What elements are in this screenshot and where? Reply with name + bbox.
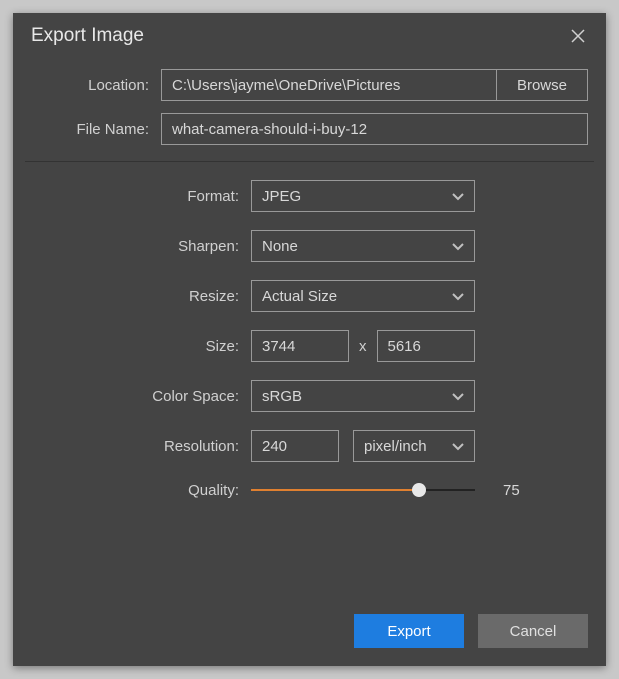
filename-input[interactable]: [161, 113, 588, 145]
location-row: Location: Browse: [13, 63, 606, 107]
quality-value: 75: [503, 482, 520, 499]
size-row: Size: x: [31, 330, 588, 362]
resolution-label: Resolution:: [31, 438, 251, 455]
width-input[interactable]: [251, 330, 349, 362]
spacer: [13, 518, 606, 598]
sharpen-label: Sharpen:: [31, 238, 251, 255]
export-button[interactable]: Export: [354, 614, 464, 648]
resolution-unit-select[interactable]: pixel/inch: [353, 430, 475, 462]
quality-row: Quality: 75: [31, 480, 588, 500]
cancel-button[interactable]: Cancel: [478, 614, 588, 648]
slider-thumb[interactable]: [412, 483, 426, 497]
sharpen-select[interactable]: None: [251, 230, 475, 262]
filename-row: File Name:: [13, 107, 606, 151]
format-label: Format:: [31, 188, 251, 205]
size-separator: x: [359, 338, 367, 355]
colorspace-select[interactable]: sRGB: [251, 380, 475, 412]
format-row: Format: JPEG: [31, 180, 588, 212]
quality-slider[interactable]: [251, 480, 475, 500]
resize-row: Resize: Actual Size: [31, 280, 588, 312]
sharpen-row: Sharpen: None: [31, 230, 588, 262]
close-icon: [571, 29, 585, 43]
resize-select[interactable]: Actual Size: [251, 280, 475, 312]
colorspace-label: Color Space:: [31, 388, 251, 405]
size-label: Size:: [31, 338, 251, 355]
export-dialog: Export Image Location: Browse File Name:…: [13, 13, 606, 666]
filename-label: File Name:: [31, 121, 161, 138]
resolution-row: Resolution: pixel/inch: [31, 430, 588, 462]
colorspace-row: Color Space: sRGB: [31, 380, 588, 412]
settings-panel: Format: JPEG Sharpen: None Resize: Actua…: [13, 180, 606, 518]
format-select[interactable]: JPEG: [251, 180, 475, 212]
slider-fill: [251, 489, 419, 491]
close-button[interactable]: [568, 26, 588, 46]
location-label: Location:: [31, 77, 161, 94]
quality-label: Quality:: [31, 482, 251, 499]
location-input[interactable]: [161, 69, 496, 101]
resolution-input[interactable]: [251, 430, 339, 462]
footer: Export Cancel: [13, 598, 606, 666]
resize-label: Resize:: [31, 288, 251, 305]
browse-button[interactable]: Browse: [496, 69, 588, 101]
dialog-title: Export Image: [31, 25, 144, 47]
title-bar: Export Image: [13, 13, 606, 63]
divider: [25, 161, 594, 162]
height-input[interactable]: [377, 330, 475, 362]
